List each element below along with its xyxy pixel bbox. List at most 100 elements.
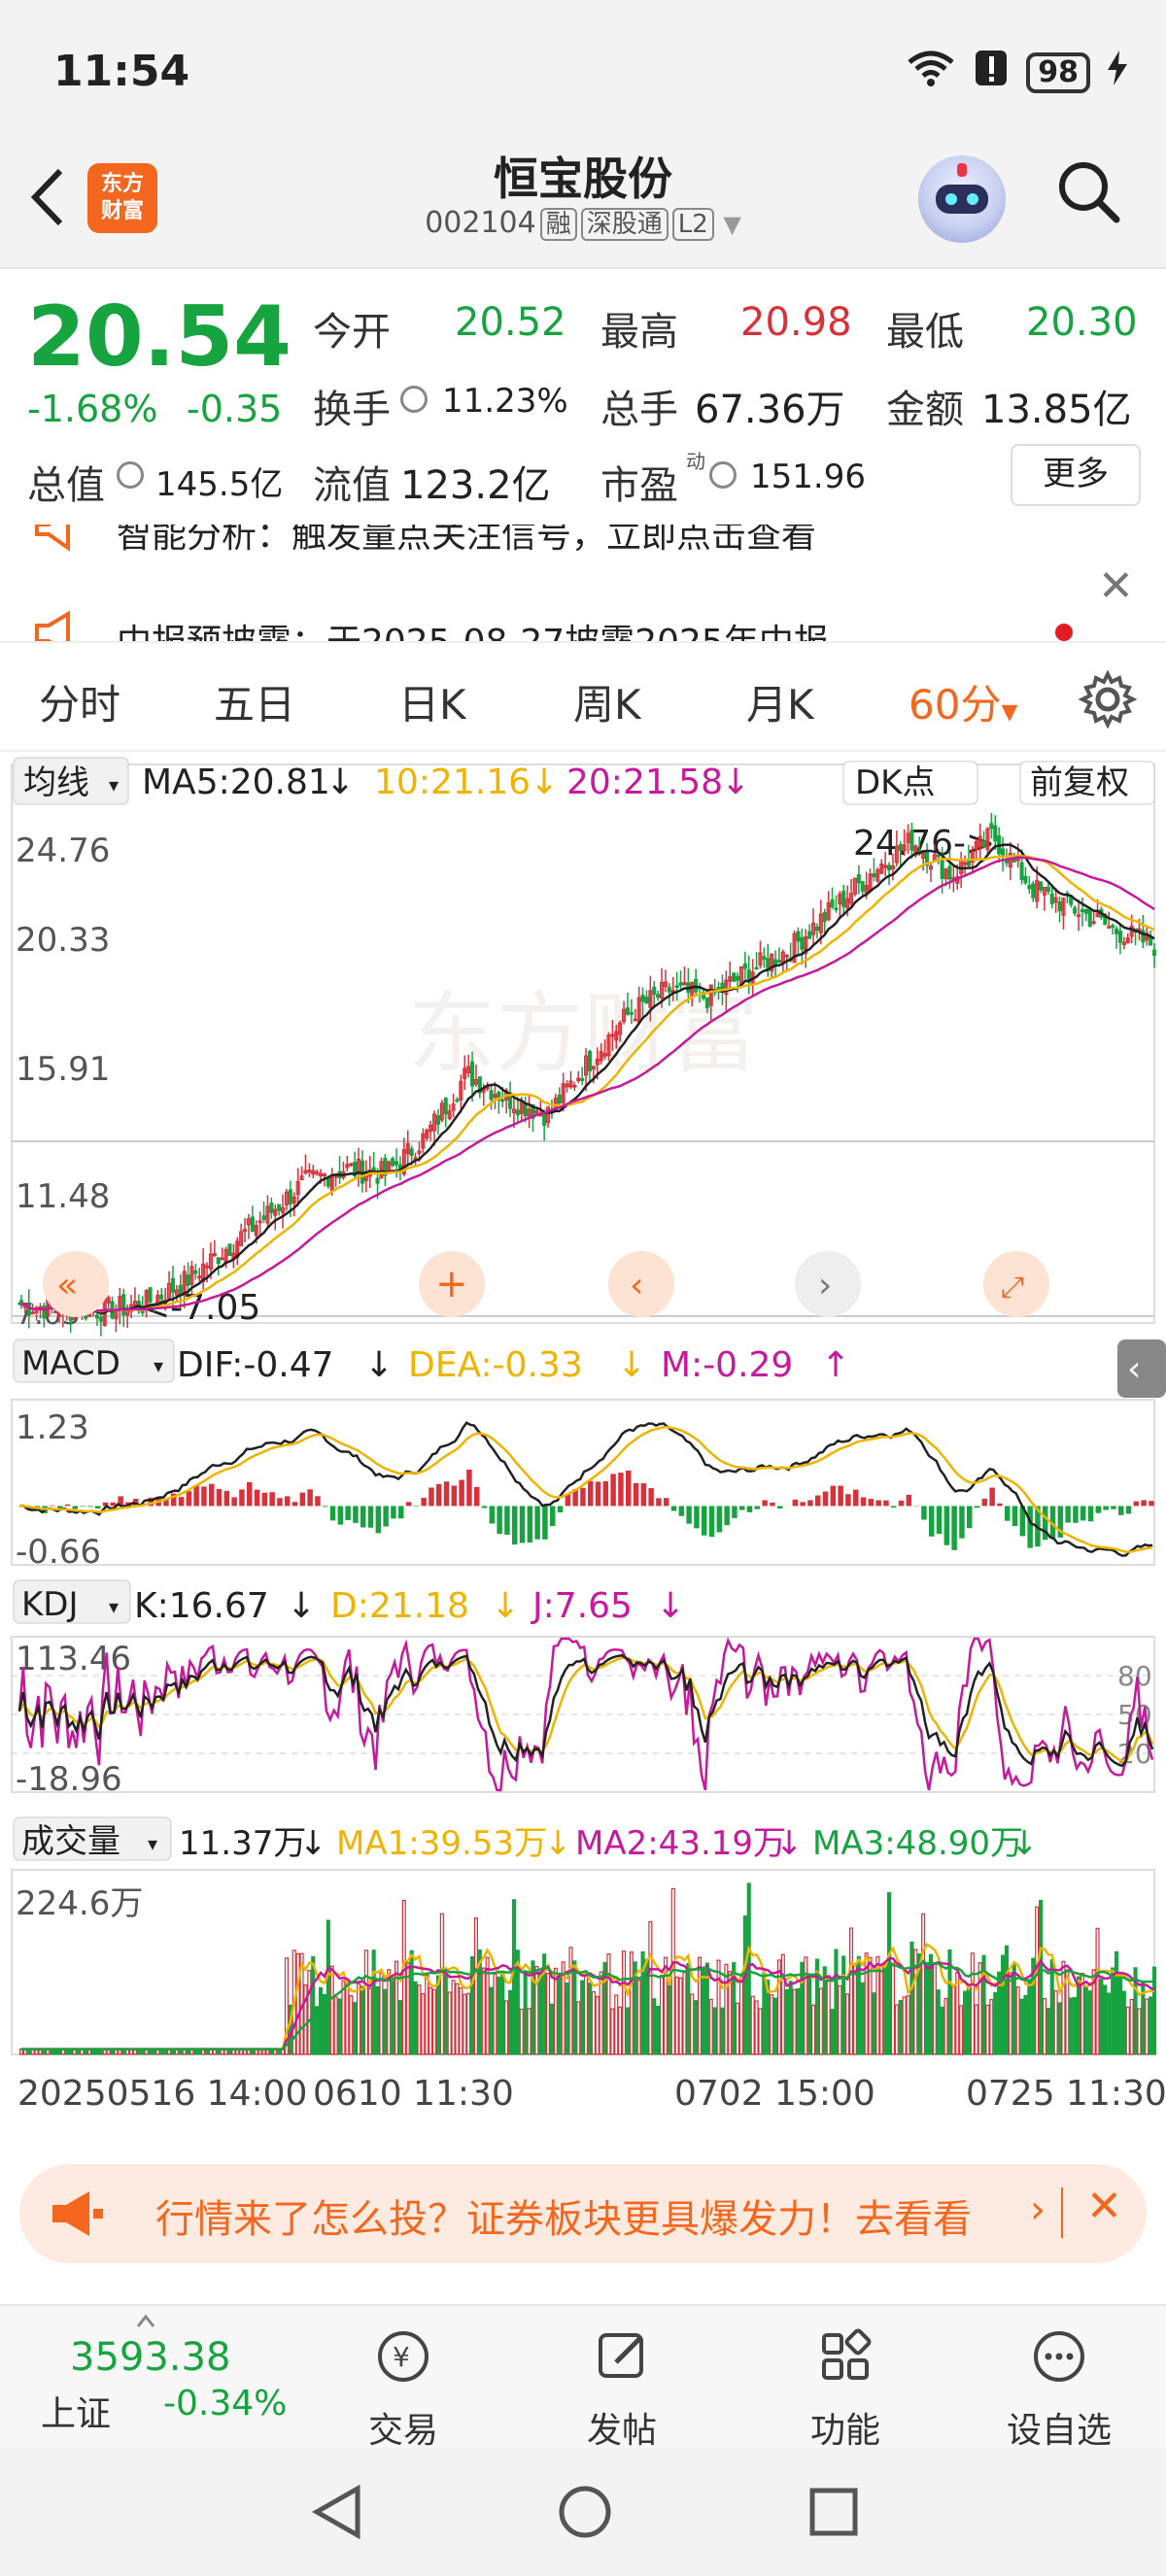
volume-bar <box>841 1955 846 2055</box>
volume-bar <box>511 1899 517 2055</box>
nav-functions[interactable]: 功能 <box>768 2327 923 2453</box>
volume-bar <box>545 1973 551 2055</box>
tab-monthly[interactable]: 月K <box>746 672 814 731</box>
macd-bar <box>299 1492 306 1507</box>
macd-bar <box>702 1506 707 1536</box>
volume-bar <box>1027 1979 1032 2055</box>
search-button[interactable] <box>1054 157 1122 225</box>
vol-ma2-value: MA2:43.19万 <box>575 1824 786 1863</box>
macd-bar <box>223 1490 230 1507</box>
close-icon[interactable]: ✕ <box>1098 561 1134 611</box>
macd-bar <box>853 1489 859 1507</box>
volume-bar <box>295 1952 300 2055</box>
candle-body <box>1023 875 1028 884</box>
dropdown-triangle-icon: ▾ <box>109 773 119 797</box>
zoom-in-button[interactable]: + <box>419 1251 485 1317</box>
index-name[interactable]: 上证 <box>41 2386 111 2436</box>
volume-bar <box>432 1988 437 2055</box>
tab-60min[interactable]: 60分▼ <box>909 672 1017 731</box>
volume-bar <box>1111 1967 1115 2055</box>
macd-bar <box>989 1487 995 1507</box>
volume-bar <box>838 1984 842 2055</box>
ma20-value: 20:21.58 <box>566 763 723 802</box>
stock-code: 002104 <box>425 206 536 240</box>
back-triangle-icon[interactable] <box>309 2483 363 2545</box>
period-tabs: 分时 五日 日K 周K 月K 60分▼ <box>0 641 1166 752</box>
nav-trade[interactable]: ¥ 交易 <box>326 2327 481 2453</box>
macd-bar <box>466 1469 472 1507</box>
news-ticker[interactable]: 智能分析：触发量点关注信号，立即点击查看 中报预披露：于2025-08-27披露… <box>0 525 1166 641</box>
macd-bar <box>1141 1500 1147 1507</box>
volume-bar <box>337 1998 342 2055</box>
volume-bar <box>1076 1976 1081 2055</box>
promo-banner[interactable]: 行情来了怎么投？证券板块更具爆发力！去看看 › ✕ <box>19 2164 1147 2263</box>
index-value[interactable]: 3593.38 <box>70 2335 230 2380</box>
volume-bar <box>932 1963 937 2055</box>
mktcap-label: 总值 <box>27 463 105 508</box>
macd-bar <box>557 1506 564 1513</box>
candle-body <box>523 1103 528 1117</box>
volume-bar <box>1103 1984 1108 2055</box>
open-value: 20.52 <box>455 300 566 345</box>
volume-bar <box>682 1970 687 2055</box>
candle-body <box>250 1216 255 1233</box>
tab-five-day[interactable]: 五日 <box>214 672 295 731</box>
macd-bar <box>64 1504 71 1507</box>
macd-bar <box>481 1506 488 1508</box>
macd-selector-label: MACD <box>21 1344 120 1383</box>
candle-body <box>822 912 827 922</box>
scroll-right-button[interactable]: › <box>795 1251 861 1317</box>
more-button[interactable]: 更多 <box>1011 444 1141 506</box>
kline-chart[interactable]: 东方财富 均线 ▾ MA5:20.81 ↓ 10:21.16 ↓ 20:21.5… <box>0 753 1166 2142</box>
macd-bar <box>754 1506 761 1509</box>
nav-add-watchlist[interactable]: 设自选 <box>981 2327 1137 2453</box>
news-item[interactable]: 中报预披露：于2025-08-27披露2025年中报 <box>117 614 829 641</box>
volume-bar <box>500 1970 505 2055</box>
scroll-left-fast-button[interactable]: « <box>43 1251 109 1317</box>
nav-post[interactable]: 发帖 <box>544 2327 700 2453</box>
tab-weekly[interactable]: 周K <box>573 672 641 731</box>
info-icon[interactable] <box>117 461 144 489</box>
y-tick: 20.33 <box>16 921 110 960</box>
kline-chart-area[interactable]: 东方财富 均线 ▾ MA5:20.81 ↓ 10:21.16 ↓ 20:21.5… <box>0 753 1166 2142</box>
settings-button[interactable] <box>1078 669 1138 732</box>
tab-daily[interactable]: 日K <box>398 672 466 731</box>
close-icon[interactable]: ✕ <box>1086 2182 1122 2231</box>
collapse-panel-button[interactable]: ‹ <box>1117 1339 1166 1398</box>
macd-bar <box>746 1506 753 1512</box>
recents-square-icon[interactable] <box>806 2485 861 2543</box>
candle-body <box>1000 848 1006 857</box>
tab-intraday[interactable]: 分时 <box>39 672 120 731</box>
news-item[interactable]: 智能分析：触发量点关注信号，立即点击查看 <box>117 525 816 558</box>
volume-bar <box>750 1995 755 2055</box>
volume-bar <box>697 1956 703 2055</box>
index-change[interactable]: -0.34% <box>163 2384 287 2423</box>
info-icon[interactable] <box>400 386 428 413</box>
fullscreen-button[interactable]: ⤢ <box>983 1251 1049 1317</box>
macd-bar <box>323 1506 328 1508</box>
ai-assistant-avatar[interactable] <box>918 155 1006 243</box>
caret-up-icon <box>136 2314 155 2327</box>
volume-bar <box>549 2003 555 2055</box>
macd-bar <box>602 1480 609 1507</box>
candlesticks <box>18 812 1157 1337</box>
home-circle-icon[interactable] <box>556 2483 614 2545</box>
volume-bar <box>735 2002 740 2055</box>
promo-text[interactable]: 行情来了怎么投？证券板块更具爆发力！去看看 <box>155 2187 972 2244</box>
macd-bar <box>1073 1506 1079 1523</box>
info-icon[interactable] <box>709 461 737 489</box>
system-navigation <box>0 2448 1166 2576</box>
down-arrow-icon: ↓ <box>656 1586 685 1626</box>
volume-bar <box>800 1961 805 2055</box>
volume-bar <box>1035 1906 1040 2055</box>
scroll-left-button[interactable]: ‹ <box>608 1251 674 1317</box>
volume-bar <box>796 1987 801 2055</box>
volume-bar <box>1049 1959 1054 2055</box>
volume-value: 67.36万 <box>695 388 845 432</box>
macd-bar <box>383 1506 389 1527</box>
volume-bar <box>826 1975 831 2055</box>
volume-bar <box>1145 1998 1149 2055</box>
candle-body <box>625 1007 631 1015</box>
macd-bar <box>891 1506 897 1508</box>
volume-selector-label: 成交量 <box>21 1822 120 1861</box>
